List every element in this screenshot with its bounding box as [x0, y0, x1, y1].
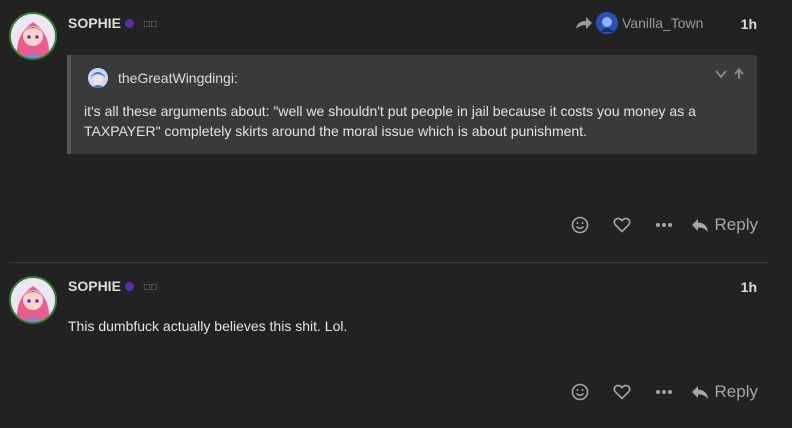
smile-icon[interactable]: [559, 377, 601, 407]
ellipsis-icon[interactable]: [643, 210, 685, 240]
quote-controls: [715, 67, 745, 79]
reply-to-indicator[interactable]: Vanilla_Town: [575, 11, 703, 35]
quote-author[interactable]: theGreatWingdingi:: [118, 70, 238, 86]
reply-icon: [691, 218, 708, 232]
quote-avatar: [88, 68, 108, 88]
reply-button[interactable]: Reply: [691, 382, 758, 402]
quote-block: theGreatWingdingi: it's all these argume…: [67, 55, 757, 154]
post-actions: Reply: [559, 377, 758, 407]
share-arrow-icon: [576, 17, 592, 29]
quote-header: theGreatWingdingi:: [88, 68, 238, 88]
arrow-up-icon[interactable]: [733, 67, 745, 79]
post-time[interactable]: 1h: [741, 16, 757, 32]
username-text[interactable]: SOPHIE: [68, 15, 121, 31]
badge-icon: [124, 18, 134, 28]
user-flair: □□: [143, 281, 158, 293]
smile-icon[interactable]: [559, 210, 601, 240]
username-text[interactable]: SOPHIE: [68, 278, 121, 294]
avatar[interactable]: [9, 276, 57, 324]
heart-icon[interactable]: [601, 377, 643, 407]
chevron-down-icon[interactable]: [715, 67, 727, 79]
reply-button[interactable]: Reply: [691, 215, 758, 235]
ellipsis-icon[interactable]: [643, 377, 685, 407]
avatar[interactable]: [9, 12, 57, 60]
reply-to-username[interactable]: Vanilla_Town: [622, 15, 703, 31]
username[interactable]: SOPHIE □□: [68, 15, 158, 31]
reply-label[interactable]: Reply: [715, 382, 758, 402]
reply-to-avatar: [596, 12, 618, 34]
username[interactable]: SOPHIE □□: [68, 278, 158, 294]
quote-text: it's all these arguments about: "well we…: [84, 103, 696, 139]
post-actions: Reply: [559, 210, 758, 240]
post-divider: [9, 262, 768, 263]
reply-label[interactable]: Reply: [715, 215, 758, 235]
post-time[interactable]: 1h: [741, 279, 757, 295]
reply-icon: [691, 385, 708, 399]
heart-icon[interactable]: [601, 210, 643, 240]
post-body: This dumbfuck actually believes this shi…: [68, 318, 348, 334]
user-flair: □□: [143, 18, 158, 30]
badge-icon: [124, 281, 134, 291]
